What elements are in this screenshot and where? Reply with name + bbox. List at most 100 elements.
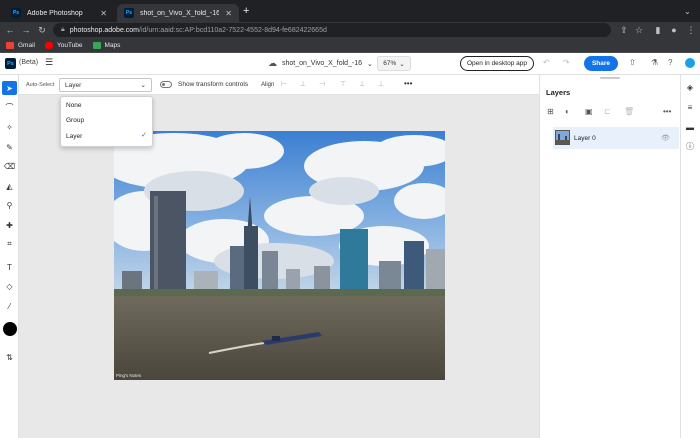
new-tab-button[interactable]: + xyxy=(243,5,249,17)
crop-tool-icon[interactable]: ⌗ xyxy=(2,237,17,251)
browser-tab-document[interactable]: Ps shot_on_Vivo_X_fold_-16 - Ad ✕ xyxy=(117,4,239,22)
bookmark-maps[interactable]: Maps xyxy=(92,42,121,49)
document-name: shot_on_Vivo_X_fold_-16 xyxy=(282,60,363,67)
photo-watermark: Ping's Notes xyxy=(116,373,142,378)
eye-icon[interactable]: 👁︎ xyxy=(661,134,670,142)
url-host: photoshop.adobe.com xyxy=(69,26,140,34)
chevron-down-icon: ⌄ xyxy=(367,60,373,68)
checkmark-icon: ✓ xyxy=(141,132,147,139)
layer-name[interactable]: Layer 0 xyxy=(574,135,596,142)
tab-title: Adobe Photoshop xyxy=(27,9,83,17)
layers-more-icon[interactable]: ••• xyxy=(663,107,671,116)
bookmark-label: Gmail xyxy=(18,42,35,49)
dropdown-value: Layer xyxy=(65,81,82,89)
transform-controls-label: Show transform controls xyxy=(178,81,249,88)
url-path: /id/urn:aaid:sc:AP:bcd110a2-7522-4552-8d… xyxy=(139,26,327,34)
bookmark-gmail[interactable]: Gmail xyxy=(6,42,35,49)
adjustment-layer-icon[interactable]: ◐ xyxy=(565,107,570,116)
properties-icon[interactable]: ≡ xyxy=(684,101,696,113)
zoom-dropdown[interactable]: 67% ⌄ xyxy=(377,56,411,71)
more-options-icon[interactable]: ••• xyxy=(404,79,412,88)
avatar[interactable] xyxy=(685,58,695,68)
beta-label: (Beta) xyxy=(19,59,39,66)
share-button[interactable]: Share xyxy=(584,56,618,71)
chevron-down-icon: ⌄ xyxy=(399,60,405,68)
main-menu-icon[interactable]: ☰ xyxy=(45,57,53,68)
export-icon[interactable]: ⇧ xyxy=(629,58,636,67)
clip-icon[interactable]: ⊏ xyxy=(604,107,611,116)
trash-icon[interactable]: 🗑︎ xyxy=(624,107,634,116)
paint-bucket-icon[interactable]: ◭ xyxy=(2,179,17,193)
swap-colors-icon[interactable]: ⇅ xyxy=(2,350,17,364)
lock-icon: 🔒︎ xyxy=(61,26,65,33)
close-tab-icon[interactable]: ✕ xyxy=(100,9,107,18)
foreground-color-swatch[interactable] xyxy=(3,322,17,336)
layers-panel-icon[interactable]: ◈ xyxy=(684,81,696,93)
comments-icon[interactable]: ▬ xyxy=(684,121,696,133)
tab-title: shot_on_Vivo_X_fold_-16 - Ad xyxy=(140,9,220,17)
layers-title: Layers xyxy=(546,88,571,97)
chrome-menu-icon[interactable]: ⋮ xyxy=(684,23,698,37)
share-page-icon[interactable]: ⇪ xyxy=(617,23,631,37)
type-tool-icon[interactable]: T xyxy=(2,260,17,274)
bookmark-label: YouTube xyxy=(56,42,83,49)
address-bar[interactable]: 🔒︎ photoshop.adobe.com/id/urn:aaid:sc:AP… xyxy=(53,23,611,37)
info-icon[interactable]: ⓘ xyxy=(684,140,696,152)
bookmark-youtube[interactable]: YouTube xyxy=(44,42,83,49)
document-canvas[interactable] xyxy=(114,131,445,380)
youtube-icon xyxy=(44,42,53,49)
shape-tool-icon[interactable]: ◇ xyxy=(2,279,17,293)
add-layer-icon[interactable]: ⊞ xyxy=(547,107,554,116)
align-label: Align xyxy=(261,82,275,88)
chevron-down-icon: ⌄ xyxy=(140,82,146,89)
photo-skyline xyxy=(114,131,445,380)
panel-drag-handle[interactable] xyxy=(600,77,620,79)
redo-icon[interactable]: ↷ xyxy=(563,58,570,67)
move-tool-icon[interactable]: ➤ xyxy=(2,81,17,95)
gmail-icon xyxy=(6,42,14,49)
photoshop-logo[interactable]: Ps xyxy=(5,58,16,69)
brush-tool-icon[interactable]: ✎ xyxy=(2,140,17,154)
help-icon[interactable]: ? xyxy=(668,58,672,67)
align-bottom-icon[interactable]: ⊥ xyxy=(378,80,384,88)
open-in-desktop-button[interactable]: Open in desktop app xyxy=(460,56,534,71)
layer-thumbnail-image xyxy=(556,131,569,144)
align-middle-icon[interactable]: ⊥ xyxy=(359,80,365,88)
menu-option-layer[interactable]: Layer xyxy=(66,133,82,140)
forward-icon[interactable]: → xyxy=(19,23,33,37)
align-right-icon[interactable]: ⊣ xyxy=(319,80,325,88)
document-title[interactable]: ☁ shot_on_Vivo_X_fold_-16 ⌄ xyxy=(268,58,373,69)
align-left-icon[interactable]: ⊢ xyxy=(281,80,287,88)
bookmarks-bar: Gmail YouTube Maps xyxy=(0,39,700,53)
close-tab-icon[interactable]: ✕ xyxy=(225,9,232,18)
side-panel-icon[interactable]: ▮ xyxy=(651,23,665,37)
reload-icon[interactable]: ↻ xyxy=(35,23,49,37)
mask-icon[interactable]: ▣ xyxy=(585,107,593,116)
align-center-icon[interactable]: ⊥ xyxy=(300,80,306,88)
layer-thumbnail[interactable] xyxy=(555,130,570,145)
cloud-icon: ☁ xyxy=(268,58,277,68)
bookmark-star-icon[interactable]: ☆ xyxy=(632,23,646,37)
tab-search-icon[interactable]: ⌄ xyxy=(684,7,691,16)
menu-option-group[interactable]: Group xyxy=(66,117,84,124)
photoshop-favicon-icon: Ps xyxy=(11,8,21,18)
auto-select-dropdown[interactable]: Layer ⌄ xyxy=(59,78,152,92)
undo-icon[interactable]: ↶ xyxy=(543,58,550,67)
maps-icon xyxy=(92,42,101,49)
back-icon[interactable]: ← xyxy=(3,23,17,37)
profile-icon[interactable]: ● xyxy=(667,23,681,37)
clone-stamp-icon[interactable]: ⚲ xyxy=(2,198,17,212)
menu-option-none[interactable]: None xyxy=(66,102,82,109)
beta-lab-icon[interactable]: ⚗ xyxy=(651,58,658,67)
lasso-tool-icon[interactable]: ⌒ xyxy=(2,100,17,114)
zoom-value: 67% xyxy=(383,60,397,67)
browser-tab-photoshop[interactable]: Ps Adobe Photoshop ✕ xyxy=(4,4,114,22)
align-top-icon[interactable]: ⊤ xyxy=(340,80,346,88)
eyedropper-icon[interactable]: ⁄ xyxy=(2,299,17,313)
photoshop-favicon-icon: Ps xyxy=(124,8,134,18)
transform-controls-toggle[interactable] xyxy=(160,81,172,88)
eraser-tool-icon[interactable]: ⌫ xyxy=(2,159,17,173)
bookmark-label: Maps xyxy=(104,42,121,49)
healing-brush-icon[interactable]: ✚ xyxy=(2,218,17,232)
quick-select-icon[interactable]: ✧ xyxy=(2,120,17,134)
